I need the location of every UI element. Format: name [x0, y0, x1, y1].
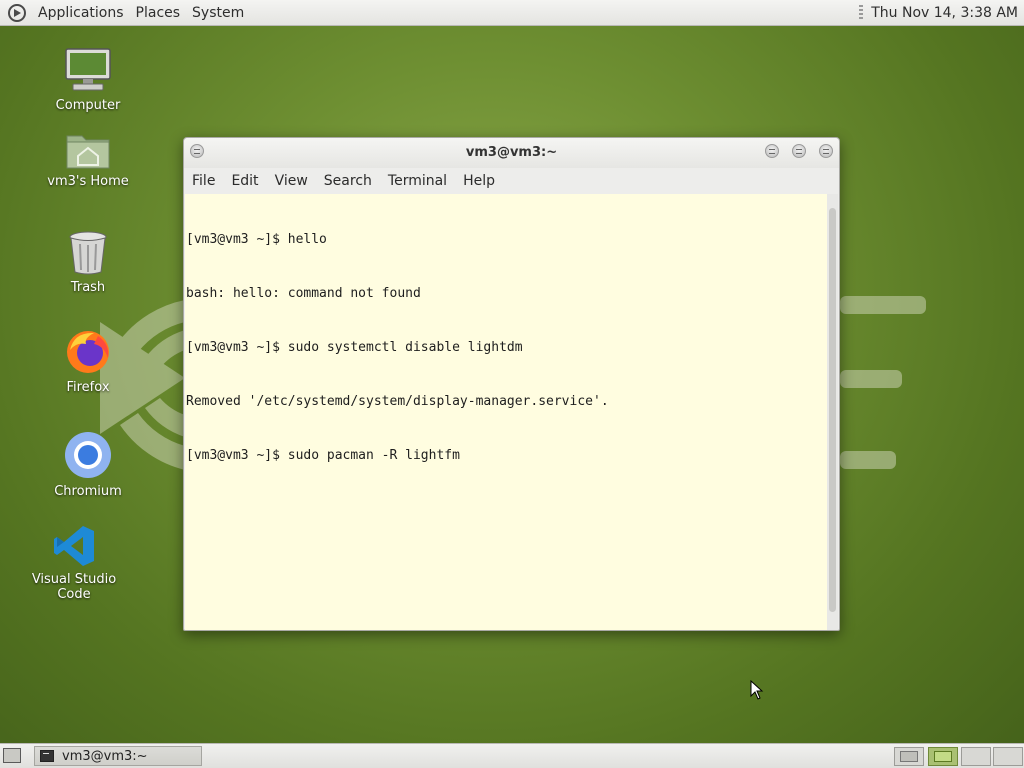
desktop-icon-home[interactable]: vm3's Home: [28, 130, 148, 189]
chromium-icon: [65, 432, 111, 478]
window-title: vm3@vm3:~: [465, 145, 558, 160]
distro-logo-icon[interactable]: [8, 3, 26, 22]
terminal-line: Removed '/etc/systemd/system/display-man…: [186, 394, 609, 409]
desktop-icon-label: Firefox: [66, 380, 110, 395]
top-panel: Applications Places System Thu Nov 14, 3…: [0, 0, 1024, 26]
desktop-icon-chromium[interactable]: Chromium: [28, 430, 148, 499]
desktop-icon-label: Trash: [70, 280, 106, 295]
desktop-icon-label: Computer: [55, 98, 121, 113]
bottom-panel: vm3@vm3:~: [0, 743, 1024, 768]
workspace-1[interactable]: [894, 747, 924, 766]
desktop-icon-computer[interactable]: Computer: [28, 48, 148, 113]
menu-search[interactable]: Search: [316, 173, 380, 189]
desktop-icon-vscode[interactable]: Visual Studio Code: [14, 524, 134, 602]
minimize-button[interactable]: [765, 144, 779, 158]
applications-menu[interactable]: Applications: [32, 5, 130, 21]
terminal-line: [vm3@vm3 ~]$ sudo systemctl disable ligh…: [186, 340, 523, 355]
desktop-icon-firefox[interactable]: Firefox: [28, 328, 148, 395]
desktop-icon-label: vm3's Home: [47, 174, 129, 189]
terminal-menubar: File Edit View Search Terminal Help: [184, 168, 839, 194]
desktop-icon-label: Visual Studio Code: [31, 572, 117, 602]
scrollbar-thumb[interactable]: [829, 208, 836, 612]
terminal-output[interactable]: [vm3@vm3 ~]$ hello bash: hello: command …: [185, 194, 827, 630]
clock[interactable]: Thu Nov 14, 3:38 AM: [871, 5, 1018, 21]
terminal-scrollbar[interactable]: [827, 194, 838, 630]
show-desktop-icon[interactable]: [3, 748, 21, 763]
taskbar-item-label: vm3@vm3:~: [62, 748, 148, 764]
close-button[interactable]: [819, 144, 833, 158]
window-titlebar[interactable]: vm3@vm3:~: [184, 138, 839, 168]
system-menu[interactable]: System: [186, 5, 250, 21]
desktop-icon-label: Chromium: [54, 484, 122, 499]
menu-file[interactable]: File: [184, 173, 223, 189]
computer-icon: [65, 48, 111, 91]
firefox-icon: [67, 331, 109, 373]
workspace-2[interactable]: [928, 747, 958, 766]
vscode-icon: [54, 526, 94, 566]
panel-separator: [859, 4, 864, 21]
taskbar-item-terminal[interactable]: vm3@vm3:~: [34, 746, 202, 766]
workspace-3[interactable]: [961, 747, 991, 766]
places-menu[interactable]: Places: [130, 5, 187, 21]
menu-edit[interactable]: Edit: [223, 173, 266, 189]
workspace-4[interactable]: [993, 747, 1023, 766]
trash-icon: [69, 231, 107, 275]
home-folder-icon: [66, 135, 110, 169]
terminal-line: [vm3@vm3 ~]$ hello: [186, 232, 327, 247]
menu-view[interactable]: View: [267, 173, 316, 189]
menu-terminal[interactable]: Terminal: [380, 173, 455, 189]
terminal-line: bash: hello: command not found: [186, 286, 421, 301]
mouse-cursor-icon: [750, 680, 764, 700]
terminal-icon: [40, 750, 54, 762]
desktop-icon-trash[interactable]: Trash: [28, 230, 148, 295]
terminal-line: [vm3@vm3 ~]$ sudo pacman -R lightfm: [186, 448, 460, 463]
terminal-window[interactable]: vm3@vm3:~ File Edit View Search Terminal…: [183, 137, 840, 631]
menu-help[interactable]: Help: [455, 173, 503, 189]
maximize-button[interactable]: [792, 144, 806, 158]
